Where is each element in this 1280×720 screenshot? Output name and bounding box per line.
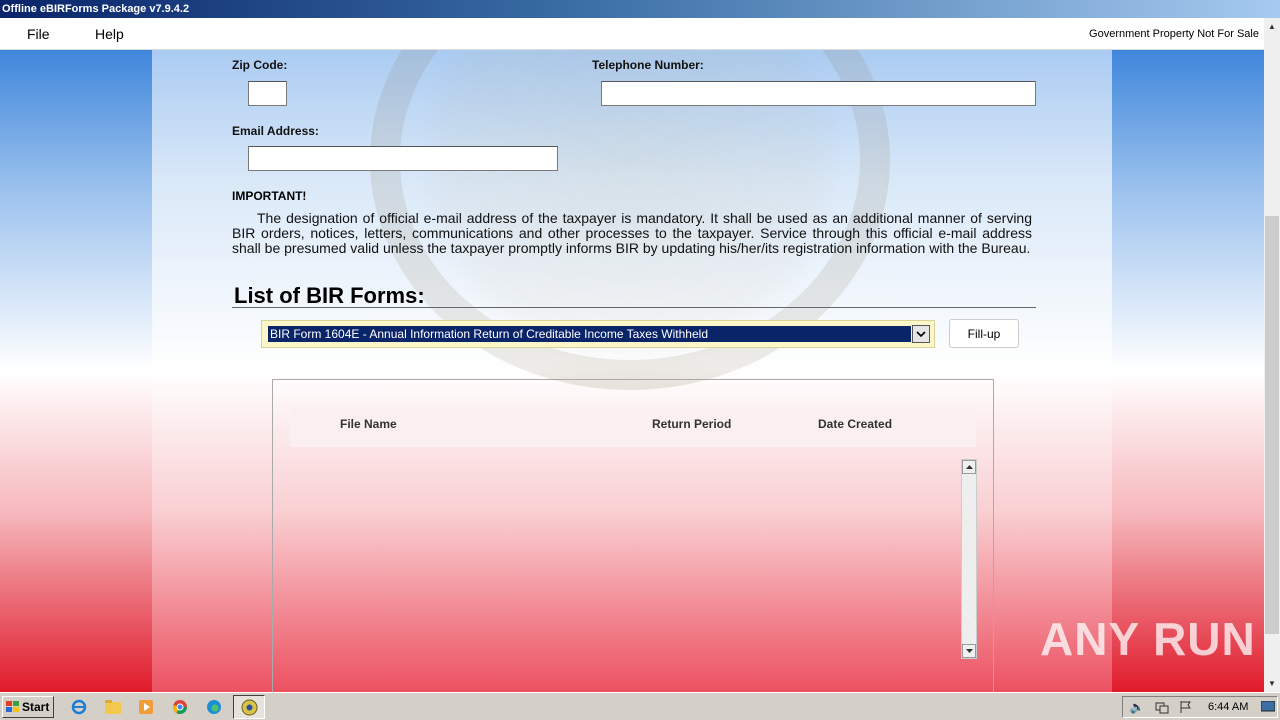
- chevron-down-icon[interactable]: [912, 325, 930, 343]
- window-scroll-down-icon[interactable]: ▼: [1264, 675, 1280, 692]
- email-address-label: Email Address:: [232, 124, 319, 138]
- start-button[interactable]: Start: [2, 696, 54, 718]
- window-title: Offline eBIRForms Package v7.9.4.2: [0, 0, 1280, 18]
- ebirforms-taskbar-button[interactable]: [233, 695, 265, 719]
- system-tray: 🔈: [1122, 696, 1278, 718]
- window-scroll-up-icon[interactable]: ▲: [1264, 18, 1280, 35]
- menu-help[interactable]: Help: [95, 26, 124, 42]
- bir-form-dropdown[interactable]: BIR Form 1604E - Annual Information Retu…: [261, 320, 935, 348]
- media-player-icon[interactable]: [137, 698, 155, 716]
- edge-icon[interactable]: [205, 698, 223, 716]
- important-notice-text: The designation of official e-mail addre…: [232, 210, 1032, 256]
- fill-up-button[interactable]: Fill-up: [949, 319, 1019, 348]
- ie-icon[interactable]: [70, 698, 88, 716]
- menu-file[interactable]: File: [27, 26, 50, 42]
- anyrun-watermark: ANY RUN: [1040, 613, 1256, 665]
- zip-code-input[interactable]: [248, 81, 287, 106]
- explorer-icon[interactable]: [104, 698, 122, 716]
- telephone-number-label: Telephone Number:: [592, 58, 704, 72]
- selected-form-value: BIR Form 1604E - Annual Information Retu…: [268, 326, 911, 342]
- scroll-up-arrow-icon[interactable]: [962, 460, 976, 474]
- network-icon[interactable]: [1153, 698, 1171, 716]
- email-address-input[interactable]: [248, 146, 558, 171]
- column-file-name: File Name: [340, 417, 397, 431]
- flag-icon[interactable]: [1177, 698, 1195, 716]
- right-background: [1112, 50, 1264, 692]
- start-label: Start: [22, 700, 50, 714]
- scroll-down-arrow-icon[interactable]: [962, 644, 976, 658]
- telephone-number-input[interactable]: [601, 81, 1036, 106]
- show-desktop-icon[interactable]: [1259, 698, 1277, 716]
- forms-list-heading: List of BIR Forms:: [234, 283, 425, 308]
- zip-code-label: Zip Code:: [232, 58, 288, 72]
- government-property-notice: Government Property Not For Sale: [1089, 28, 1259, 40]
- menu-bar: File Help Government Property Not For Sa…: [0, 18, 1264, 50]
- ebirforms-icon: [241, 699, 258, 716]
- heading-divider: [232, 307, 1036, 308]
- important-heading: IMPORTANT!: [232, 189, 307, 203]
- window-scroll-thumb[interactable]: [1265, 216, 1279, 634]
- files-scrollbar[interactable]: [961, 459, 977, 659]
- column-return-period: Return Period: [652, 417, 732, 431]
- taskbar: Start 🔈 6:44 AM: [0, 692, 1280, 720]
- windows-logo-icon: [6, 701, 19, 712]
- column-date-created: Date Created: [818, 417, 893, 431]
- left-background: [0, 50, 152, 692]
- taskbar-clock: 6:44 AM: [1208, 701, 1249, 713]
- volume-icon[interactable]: 🔈: [1128, 698, 1146, 716]
- chrome-icon[interactable]: [171, 698, 189, 716]
- window-scrollbar[interactable]: ▲ ▼: [1264, 18, 1280, 692]
